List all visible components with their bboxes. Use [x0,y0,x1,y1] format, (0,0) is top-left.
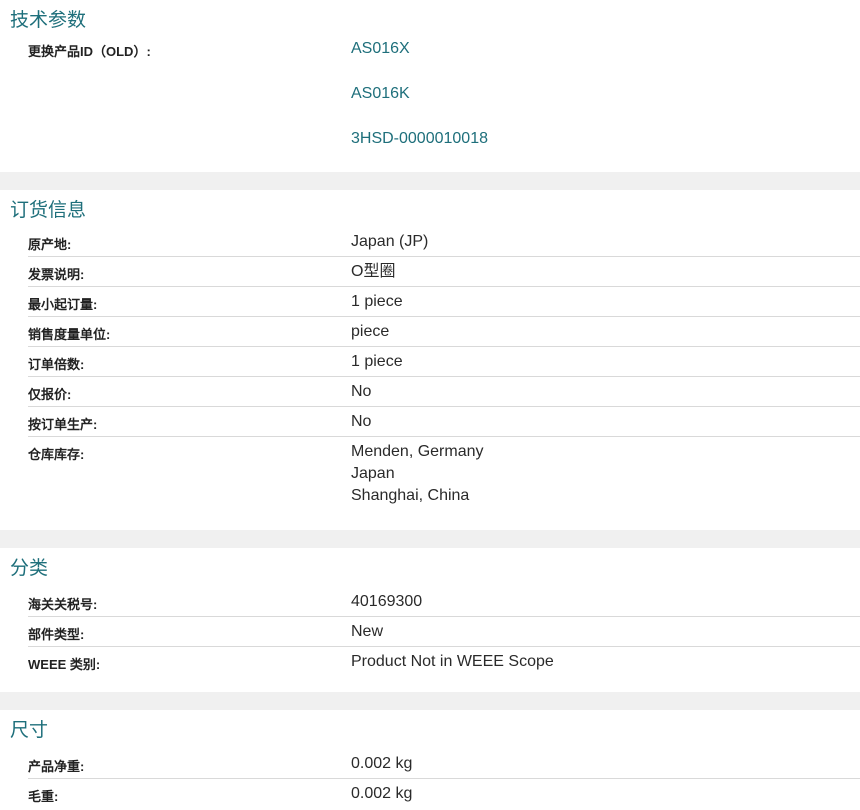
info-row-customs: 海关关税号: 40169300 [28,587,860,617]
min-order-label: 最小起订量: [28,297,98,312]
info-row-sales-uom: 销售度量单位: piece [28,317,860,347]
info-row-part-type: 部件类型: New [28,617,860,647]
info-row-order-multiple: 订单倍数: 1 piece [28,347,860,377]
stock-values: Menden, Germany Japan Shanghai, China [351,437,484,507]
invoice-value: O型圈 [351,263,396,280]
replaced-id-link-1[interactable]: AS016X [351,38,488,60]
classification-title: 分类 [10,558,49,579]
info-row-net-weight: 产品净重: 0.002 kg [28,749,860,779]
info-row-gross-weight: 毛重: 0.002 kg [28,779,860,808]
replaced-id-list: AS016X AS016K 3HSD-0000010018 [351,38,488,150]
technical-rows: 更换产品ID（OLD）: AS016X AS016K 3HSD-00000100… [0,33,860,150]
part-type-label: 部件类型: [28,627,85,642]
classification-section: 分类 海关关税号: 40169300 部件类型: New WEEE 类别: Pr… [0,548,860,692]
dimensions-section: 尺寸 产品净重: 0.002 kg 毛重: 0.002 kg [0,710,860,808]
net-weight-value: 0.002 kg [351,755,413,772]
part-type-value: New [351,623,384,640]
customs-value: 40169300 [351,593,423,610]
sales-uom-value: piece [351,323,390,340]
gross-weight-value: 0.002 kg [351,785,413,802]
make-to-order-value: No [351,413,372,430]
ordering-rows: 原产地: Japan (JP) 发票说明: O型圈 最小起订量: 1 piece… [0,227,860,507]
replaced-id-link-2[interactable]: AS016K [351,83,488,105]
info-row-invoice: 发票说明: O型圈 [28,257,860,287]
weee-value: Product Not in WEEE Scope [351,653,554,670]
info-row-quote-only: 仅报价: No [28,377,860,407]
stock-location-3: Shanghai, China [351,487,470,504]
weee-label: WEEE 类别: [28,657,101,672]
replaced-id-label: 更换产品ID（OLD）: [28,44,151,59]
dimensions-rows: 产品净重: 0.002 kg 毛重: 0.002 kg [0,749,860,808]
make-to-order-label: 按订单生产: [28,417,98,432]
invoice-label: 发票说明: [28,267,85,282]
info-row-weee: WEEE 类别: Product Not in WEEE Scope [28,647,860,676]
info-row-make-to-order: 按订单生产: No [28,407,860,437]
stock-label: 仓库库存: [28,447,85,462]
section-gap [0,530,860,548]
ordering-title: 订货信息 [10,200,87,221]
classification-rows: 海关关税号: 40169300 部件类型: New WEEE 类别: Produ… [0,587,860,676]
net-weight-label: 产品净重: [28,759,85,774]
customs-label: 海关关税号: [28,597,98,612]
min-order-value: 1 piece [351,293,403,310]
dimensions-title: 尺寸 [10,720,49,741]
section-gap [0,692,860,710]
stock-location-1: Menden, Germany [351,443,484,460]
quote-only-value: No [351,383,372,400]
order-multiple-label: 订单倍数: [28,357,85,372]
info-row-stock: 仓库库存: Menden, Germany Japan Shanghai, Ch… [28,437,860,507]
info-row-min-order: 最小起订量: 1 piece [28,287,860,317]
origin-value: Japan (JP) [351,233,429,250]
replaced-id-link-3[interactable]: 3HSD-0000010018 [351,128,488,150]
replaced-id-row: 更换产品ID（OLD）: AS016X AS016K 3HSD-00000100… [28,33,860,150]
section-gap [0,172,860,190]
quote-only-label: 仅报价: [28,387,72,402]
info-row-origin: 原产地: Japan (JP) [28,227,860,257]
order-multiple-value: 1 piece [351,353,403,370]
technical-section: 技术参数 更换产品ID（OLD）: AS016X AS016K 3HSD-000… [0,0,860,172]
sales-uom-label: 销售度量单位: [28,327,111,342]
gross-weight-label: 毛重: [28,789,59,804]
technical-title: 技术参数 [10,10,87,31]
stock-location-2: Japan [351,465,395,482]
ordering-section: 订货信息 原产地: Japan (JP) 发票说明: O型圈 最小起订量: 1 … [0,190,860,530]
origin-label: 原产地: [28,237,72,252]
